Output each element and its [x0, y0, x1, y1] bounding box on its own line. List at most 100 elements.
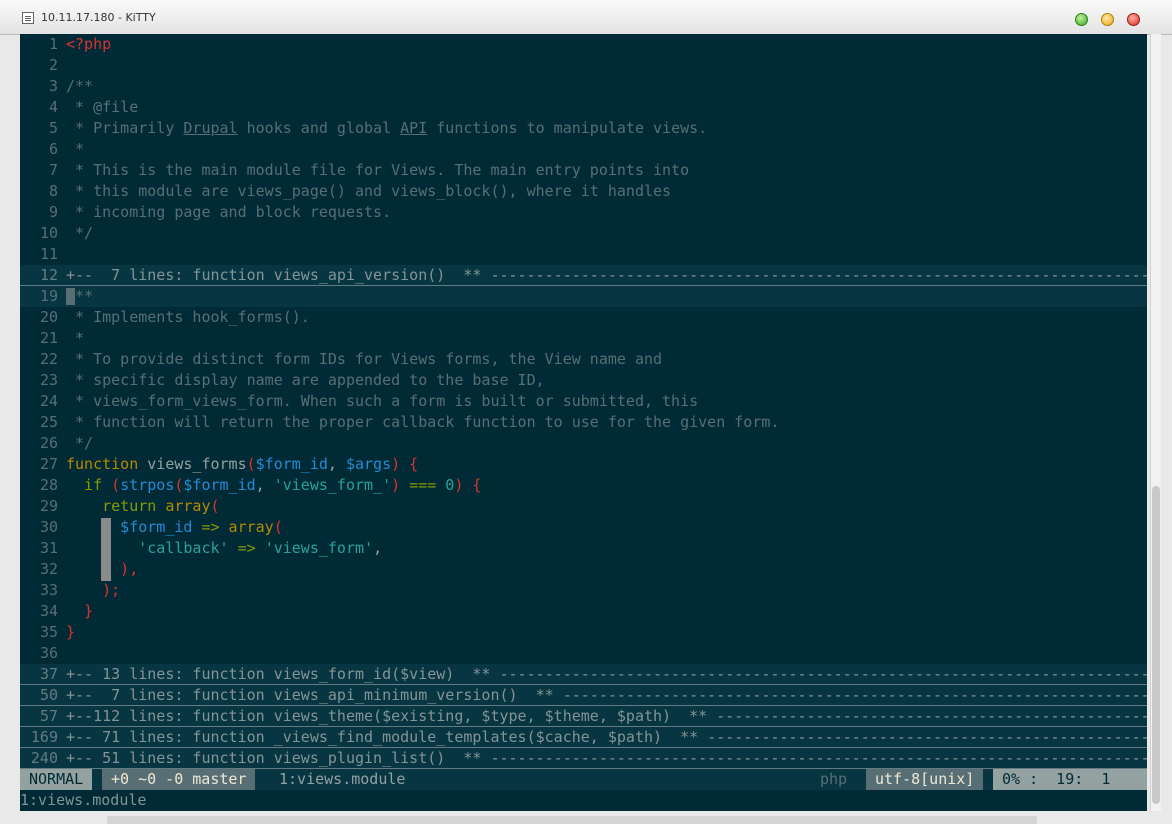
maximize-button[interactable] [1101, 13, 1114, 26]
code-token: => [228, 539, 265, 557]
code-line[interactable]: 4 * @file [20, 97, 1147, 118]
code-line[interactable]: 31 'callback' => 'views_form', [20, 538, 1147, 559]
line-number: 6 [48, 140, 58, 158]
file-encoding: utf-8[unix] [866, 769, 984, 790]
line-text: * This is the main module file for Views… [66, 160, 689, 181]
code-line[interactable]: 8 * this module are views_page() and vie… [20, 181, 1147, 202]
code-line[interactable]: 11 [20, 244, 1147, 265]
code-token: * views_form_views_form. When such a for… [66, 392, 699, 410]
close-button[interactable] [1127, 13, 1140, 26]
fold-line[interactable]: 169 +-- 71 lines: function _views_find_mo… [20, 727, 1147, 748]
code-line[interactable]: 28 if (strpos($form_id, 'views_form_') =… [20, 475, 1147, 496]
command-line[interactable]: 1:views.module [20, 790, 1147, 811]
code-token: * incoming page and block requests. [66, 203, 392, 221]
window-titlebar[interactable]: 10.11.17.180 - KiTTY [0, 0, 1172, 35]
code-line[interactable]: 30 $form_id => array( [20, 517, 1147, 538]
code-line[interactable]: 6 * [20, 139, 1147, 160]
code-line[interactable]: 24 * views_form_views_form. When such a … [20, 391, 1147, 412]
code-line[interactable]: 23 * specific display name are appended … [20, 370, 1147, 391]
line-text: */ [66, 223, 93, 244]
code-token: , [327, 455, 346, 473]
fold-line[interactable]: 12 +-- 7 lines: function views_api_versio… [20, 265, 1147, 286]
scrollbar-thumb[interactable] [1152, 486, 1160, 804]
code-token: views_forms [147, 455, 247, 473]
indent-guide [101, 518, 111, 581]
code-line[interactable]: 33 ); [20, 580, 1147, 601]
line-number: 57 [39, 707, 58, 725]
code-line[interactable]: 5 * Primarily Drupal hooks and global AP… [20, 118, 1147, 139]
code-token: return [66, 497, 166, 515]
code-line[interactable]: 27 function views_forms($form_id, $args) … [20, 454, 1147, 475]
scrollbar[interactable] [1150, 34, 1161, 811]
code-token: , [255, 476, 274, 494]
fold-line[interactable]: 57 +--112 lines: function views_theme($ex… [20, 706, 1147, 727]
code-token: => [201, 518, 220, 536]
line-text: } [66, 601, 93, 622]
code-line[interactable]: 34 } [20, 601, 1147, 622]
line-text: return array( [66, 496, 220, 517]
line-text: if (strpos($form_id, 'views_form_') === … [66, 475, 481, 496]
code-line[interactable]: 36 [20, 643, 1147, 664]
code-line[interactable]: 29 return array( [20, 496, 1147, 517]
code-token: 'views_form' [264, 539, 374, 557]
code-token: +-- 51 lines: function views_plugin_list… [66, 749, 1147, 767]
line-text: * specific display name are appended to … [66, 370, 545, 391]
line-number: 29 [39, 497, 58, 515]
fold-line[interactable]: 37 +-- 13 lines: function views_form_id($… [20, 664, 1147, 685]
code-line[interactable]: 9 * incoming page and block requests. [20, 202, 1147, 223]
status-line: NORMAL +0 ~0 -0 master 1:views.module ph… [20, 769, 1147, 790]
fold-line[interactable]: 50 +-- 7 lines: function views_api_minimu… [20, 685, 1147, 706]
line-text: * Primarily Drupal hooks and global API … [66, 118, 707, 139]
filetype: php [820, 770, 848, 788]
mode-indicator: NORMAL [20, 769, 93, 790]
line-number: 169 [30, 728, 58, 746]
code-token: 'views_form_' [273, 476, 392, 494]
code-line[interactable]: 35} [20, 622, 1147, 643]
code-line[interactable]: 22 * To provide distinct form IDs for Vi… [20, 349, 1147, 370]
line-text: * views_form_views_form. When such a for… [66, 391, 698, 412]
code-token: ( [210, 497, 220, 515]
line-text: +--112 lines: function views_theme($exis… [66, 706, 1147, 727]
code-token: Drupal [183, 119, 238, 137]
code-line[interactable]: 32 ), [20, 559, 1147, 580]
line-number: 26 [39, 434, 58, 452]
code-token: ( [273, 518, 283, 536]
code-line[interactable]: 21 * [20, 328, 1147, 349]
code-token: 'callback' [66, 539, 229, 557]
line-number: 4 [48, 98, 58, 116]
line-number: 2 [48, 56, 58, 74]
code-line[interactable]: 7 * This is the main module file for Vie… [20, 160, 1147, 181]
code-token: array [219, 518, 274, 536]
code-line[interactable]: 1 <?php [20, 34, 1147, 55]
code-line[interactable]: 3 /** [20, 76, 1147, 97]
line-number: 36 [39, 644, 58, 662]
app-icon[interactable] [22, 12, 34, 24]
code-token: $form_id [66, 518, 202, 536]
line-number: 22 [39, 350, 58, 368]
code-token: ( [246, 455, 256, 473]
code-line[interactable]: 26 */ [20, 433, 1147, 454]
fold-line[interactable]: 240 +-- 51 lines: function views_plugin_l… [20, 748, 1147, 769]
line-number: 7 [48, 161, 58, 179]
text-cursor [66, 288, 75, 305]
code-line[interactable]: 10 */ [20, 223, 1147, 244]
code-token: */ [66, 224, 94, 242]
code-token: * To provide distinct form IDs for Views… [66, 350, 663, 368]
code-token: 0 [436, 476, 455, 494]
line-text: +-- 13 lines: function views_form_id($vi… [66, 664, 1147, 685]
code-token: ); [66, 581, 121, 599]
taskbar-strip [107, 816, 1037, 824]
code-line[interactable]: 19 ** [20, 286, 1147, 307]
terminal-area[interactable]: 1 <?php 2 3/** 4 * @file 5 * Primarily Drupal… [20, 34, 1147, 811]
line-text: * incoming page and block requests. [66, 202, 391, 223]
line-number: 23 [39, 371, 58, 389]
line-text: */ [66, 433, 93, 454]
code-line[interactable]: 2 [20, 55, 1147, 76]
line-number: 32 [39, 560, 58, 578]
code-token: <?php [66, 35, 112, 53]
line-text: * To provide distinct form IDs for Views… [66, 349, 662, 370]
code-token: */ [66, 434, 94, 452]
code-line[interactable]: 20 * Implements hook_forms(). [20, 307, 1147, 328]
minimize-button[interactable] [1075, 13, 1088, 26]
code-line[interactable]: 25 * function will return the proper cal… [20, 412, 1147, 433]
